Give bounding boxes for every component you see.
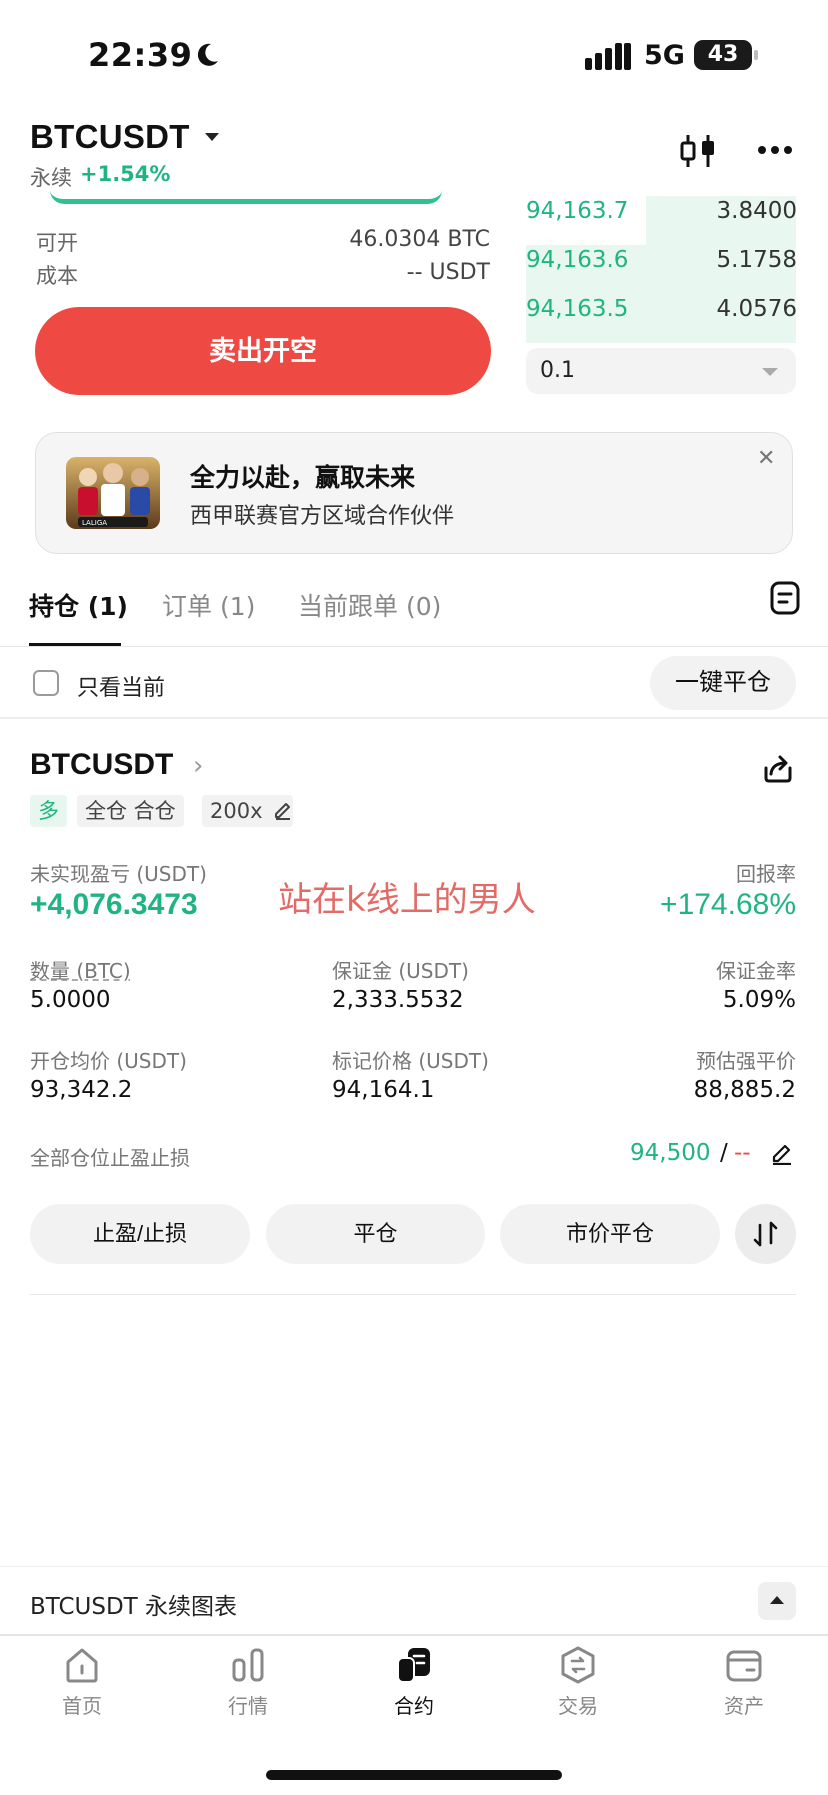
pencil-icon[interactable] (770, 1141, 794, 1165)
nav-trade[interactable]: 交易 (518, 1640, 638, 1740)
tpsl-label: 全部仓位止盈止损 (30, 1146, 190, 1170)
mark-price-label: 标记价格 (USDT) (332, 1049, 489, 1073)
close-all-button[interactable]: 一键平仓 (650, 656, 796, 710)
laliga-promo-image: LALIGA (66, 457, 160, 529)
trade-icon (561, 1646, 595, 1684)
liq-price-value: 88,885.2 (693, 1077, 796, 1103)
wallet-icon (726, 1650, 762, 1682)
margin-ratio-label: 保证金率 (716, 959, 796, 983)
swap-icon (753, 1221, 778, 1247)
divider (0, 1634, 828, 1636)
close-icon[interactable]: ✕ (757, 446, 775, 471)
depth-value: 0.1 (540, 358, 575, 383)
contract-type: 永续 (30, 166, 72, 190)
unrealized-pnl-label: 未实现盈亏 (USDT) (30, 862, 207, 886)
reverse-position-button[interactable] (735, 1204, 796, 1264)
orderbook-price[interactable]: 94,163.5 (526, 296, 628, 322)
home-indicator[interactable] (266, 1770, 562, 1780)
take-profit-value: 94,500 (630, 1140, 711, 1166)
pencil-icon[interactable] (273, 800, 293, 820)
sell-open-short-button[interactable]: 卖出开空 (35, 307, 491, 395)
orderbook-price[interactable]: 94,163.6 (526, 247, 628, 273)
banner-title: 全力以赴，赢取未来 (190, 463, 416, 492)
nav-assets[interactable]: 资产 (684, 1640, 804, 1740)
orderbook-qty: 4.0576 (716, 296, 797, 322)
entry-price-label: 开仓均价 (USDT) (30, 1049, 187, 1073)
divider (0, 1566, 828, 1567)
entry-price-value: 93,342.2 (30, 1077, 133, 1103)
moon-icon (197, 43, 218, 66)
only-current-checkbox[interactable] (33, 670, 59, 696)
divider (30, 1294, 796, 1295)
market-close-button[interactable]: 市价平仓 (500, 1204, 720, 1264)
nav-futures[interactable]: 合约 (354, 1640, 474, 1740)
share-icon[interactable] (762, 752, 794, 784)
nav-label: 交易 (558, 1694, 598, 1718)
nav-label: 行情 (228, 1694, 268, 1718)
banner-image-text: LALIGA (82, 519, 107, 527)
mark-price-value: 94,164.1 (332, 1077, 435, 1103)
expand-chart-button[interactable] (758, 1582, 796, 1620)
price-change: +1.54% (80, 162, 171, 186)
close-position-button[interactable]: 平仓 (266, 1204, 485, 1264)
orderbook-qty: 5.1758 (716, 247, 797, 273)
nav-label: 首页 (62, 1694, 102, 1718)
network-type: 5G (644, 40, 685, 71)
tpsl-separator: / (720, 1140, 728, 1166)
symbol-title[interactable]: BTCUSDT (30, 118, 190, 156)
quantity-value: 5.0000 (30, 987, 111, 1013)
divider (0, 717, 828, 719)
roe-label: 回报率 (736, 862, 796, 886)
tpsl-button[interactable]: 止盈/止损 (30, 1204, 250, 1264)
margin-value: 2,333.5532 (332, 987, 464, 1013)
orderbook-qty: 3.8400 (716, 198, 797, 224)
position-symbol[interactable]: BTCUSDT (30, 748, 173, 782)
signal-icon (585, 43, 631, 70)
tab-orders[interactable]: 订单 (1) (162, 587, 255, 623)
banner-subtitle: 西甲联赛官方区域合作伙伴 (190, 504, 455, 529)
only-current-label[interactable]: 只看当前 (77, 670, 165, 702)
available-label: 可开 (36, 231, 78, 255)
home-icon (66, 1648, 98, 1683)
cost-value: -- USDT (406, 260, 490, 285)
unrealized-pnl-value: +4,076.3473 (30, 888, 198, 921)
side-tag: 多 (30, 795, 67, 827)
watermark-text: 站在k线上的男人 (278, 880, 536, 920)
battery-cap (754, 50, 758, 60)
market-icon (232, 1648, 264, 1682)
margin-mode-tag: 全仓 合仓 (77, 795, 184, 827)
caret-down-icon[interactable] (205, 133, 219, 141)
margin-label: 保证金 (USDT) (332, 959, 469, 983)
cost-label: 成本 (36, 264, 78, 288)
tab-positions[interactable]: 持仓 (1) (29, 587, 128, 623)
tab-copy-trading[interactable]: 当前跟单 (0) (298, 587, 441, 623)
liq-price-label: 预估强平价 (696, 1049, 796, 1073)
order-history-icon[interactable] (770, 581, 800, 615)
roe-value: +174.68% (660, 888, 796, 921)
nav-home[interactable]: 首页 (22, 1640, 142, 1740)
orderbook-price[interactable]: 94,163.7 (526, 198, 628, 224)
chevron-right-icon[interactable]: › (193, 751, 203, 781)
amount-slider[interactable] (50, 190, 442, 204)
candlestick-icon[interactable] (679, 133, 717, 169)
available-value: 46.0304 BTC (349, 227, 490, 252)
status-time: 22:39 (88, 36, 193, 74)
nav-label: 合约 (394, 1694, 434, 1718)
margin-ratio-value: 5.09% (722, 987, 796, 1013)
futures-icon (397, 1648, 430, 1683)
chart-bar-label[interactable]: BTCUSDT 永续图表 (30, 1587, 237, 1621)
nav-market[interactable]: 行情 (188, 1640, 308, 1740)
nav-label: 资产 (724, 1694, 764, 1718)
battery-icon: 43 (694, 40, 752, 70)
divider (0, 646, 828, 647)
stop-loss-value: -- (734, 1140, 751, 1166)
caret-down-icon[interactable] (762, 368, 778, 376)
more-icon[interactable] (757, 138, 793, 162)
quantity-label[interactable]: 数量 (BTC) (30, 955, 131, 984)
